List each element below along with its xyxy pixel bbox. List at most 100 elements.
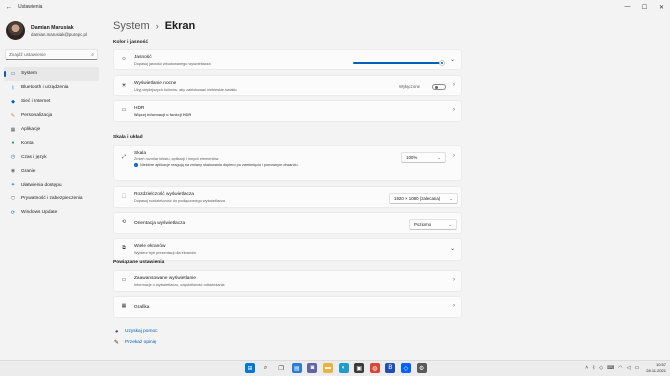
breadcrumb-parent[interactable]: System — [113, 20, 150, 32]
chevron-right-icon[interactable]: › — [453, 303, 455, 309]
person-icon: ● — [11, 140, 15, 147]
user-profile[interactable]: Damian Marusiak damian.marusiak@purepc.p… — [6, 21, 87, 40]
night-light-toggle[interactable] — [432, 84, 446, 90]
clock[interactable]: 10:57 28.11.2021 — [646, 362, 666, 374]
sidebar-item[interactable]: ▦ Aplikacje — [4, 123, 99, 137]
scale-notice-text: Niektóre aplikacje reagują na zmiany ska… — [140, 163, 299, 167]
maximize-icon[interactable]: ☐ — [636, 0, 653, 14]
orientation-title: Orientacja wyświetlacza — [134, 221, 186, 226]
resolution-dropdown[interactable]: 1920 × 1080 (zalecana) ⌄ — [389, 193, 458, 204]
hdr-card[interactable]: ▭ HDR Więcej informacji o funkcji HDR › — [113, 100, 462, 122]
scale-subtitle: Zmień rozmiar tekstu, aplikacji i innych… — [134, 157, 219, 161]
chevron-up-icon[interactable]: ˄ — [585, 365, 588, 371]
brightness-slider-thumb[interactable] — [439, 59, 445, 66]
back-arrow-icon[interactable]: ← — [2, 0, 16, 14]
chevron-down-icon[interactable]: ⌄ — [450, 245, 455, 252]
orientation-dropdown[interactable]: Poziomo ⌄ — [409, 219, 457, 230]
clock-date: 28.11.2021 — [646, 368, 666, 373]
sidebar-item[interactable]: ◉ Granie — [4, 164, 99, 178]
dropbox-tray-icon[interactable]: ◇ — [599, 365, 603, 371]
sun-icon: ☼ — [121, 56, 127, 62]
advanced-display-card[interactable]: ▭ Zaawansowane wyświetlanie Informacje o… — [113, 270, 462, 292]
sidebar-item-label: Czas i język — [21, 154, 47, 160]
minimize-icon[interactable]: — — [619, 0, 636, 14]
sidebar-item[interactable]: ✎ Personalizacja — [4, 109, 99, 123]
search-box[interactable]: ⌕ — [5, 49, 98, 60]
store-icon[interactable]: ▣ — [354, 363, 365, 373]
search-icon[interactable]: ⌕ — [261, 363, 271, 373]
accessibility-icon: ✦ — [10, 182, 16, 189]
search-input[interactable] — [9, 52, 89, 57]
resolution-subtitle: Dopasuj rozdzielczość do podłączonego wy… — [134, 199, 225, 203]
sidebar-item[interactable]: ⛉ Prywatność i zabezpieczenia — [4, 192, 99, 206]
chevron-down-icon[interactable]: ⌄ — [450, 56, 455, 63]
help-icon: ◕ — [114, 328, 119, 335]
window-controls: — ☐ ✕ — [619, 0, 670, 14]
get-help-link[interactable]: ◕ Uzyskaj pomoc — [113, 328, 158, 335]
sidebar-item[interactable]: ◆ Sieć i Internet — [4, 95, 99, 109]
breadcrumb: System › Ekran — [113, 20, 195, 32]
hdr-info-link[interactable]: Więcej informacji o funkcji HDR — [134, 113, 191, 117]
graphics-title: Grafika — [134, 305, 150, 310]
brave-icon[interactable]: B — [385, 363, 396, 373]
windows-start-icon[interactable]: ⊞ — [245, 363, 255, 373]
sidebar-item[interactable]: ▭ System — [4, 67, 99, 81]
chevron-right-icon[interactable]: › — [453, 277, 455, 283]
chat-icon[interactable]: ◙ — [307, 363, 318, 373]
page-title: Ekran — [164, 20, 196, 32]
sidebar-item-label: Konta — [21, 140, 34, 146]
dropbox-icon[interactable]: ◇ — [400, 363, 411, 373]
graphics-card[interactable]: ▦ Grafika › — [113, 296, 462, 318]
bluetooth-icon: ᛒ — [11, 84, 15, 91]
sidebar-item-label: Windows Update — [21, 210, 58, 216]
brightness-subtitle: Dopasuj jasność wbudowanego wyświetlacza — [134, 62, 211, 66]
chevron-right-icon[interactable]: › — [453, 153, 455, 159]
chrome-icon[interactable]: ◍ — [369, 363, 380, 373]
task-view-icon[interactable]: ❐ — [276, 363, 286, 373]
brightness-slider-track[interactable] — [353, 62, 445, 64]
language-icon[interactable]: ⌨ — [607, 365, 614, 371]
hdr-icon: ▭ — [121, 107, 127, 113]
volume-icon[interactable]: ◁ — [627, 365, 631, 371]
brightness-title: Jasność — [134, 55, 152, 60]
feedback-link[interactable]: ✎ Przekaż opinię — [113, 339, 156, 346]
sidebar-item-label: Bluetooth i urządzenia — [21, 85, 69, 91]
multiple-displays-icon: ⧉ — [122, 245, 126, 251]
sidebar-item[interactable]: ᛒ Bluetooth i urządzenia — [4, 81, 99, 95]
profile-email: damian.marusiak@purepc.pl — [31, 31, 87, 37]
widgets-icon[interactable]: ▤ — [291, 363, 302, 373]
scale-card: ⤢ Skala Zmień rozmiar tekstu, aplikacji … — [113, 145, 462, 181]
night-light-icon: ☀ — [121, 83, 127, 89]
chevron-right-icon[interactable]: › — [453, 82, 455, 88]
night-light-subtitle: Użyj cieplejszych kolorów, aby zablokowa… — [134, 88, 237, 92]
sidebar-item-label: Personalizacja — [21, 113, 53, 119]
sidebar-item[interactable]: ● Konta — [4, 136, 99, 150]
scale-dropdown[interactable]: 100% ⌄ — [401, 152, 446, 163]
chevron-right-icon[interactable]: › — [453, 107, 455, 113]
settings-icon[interactable]: ⚙ — [416, 363, 427, 373]
bluetooth-icon[interactable]: ᛒ — [592, 365, 595, 371]
gamepad-icon: ◉ — [10, 168, 16, 175]
system-tray: ˄ ᛒ ◇ ⌨ ◠ ◁ ▭ 10:57 28.11.2021 — [585, 362, 666, 374]
sidebar-item[interactable]: ◷ Czas i język — [4, 150, 99, 164]
sidebar-item[interactable]: ⟳ Windows Update — [4, 206, 99, 220]
resolution-title: Rozdzielczość wyświetlacza — [134, 192, 194, 197]
advanced-display-icon: ▭ — [121, 277, 127, 283]
night-light-card[interactable]: ☀ Wyświetlanie nocne Użyj cieplejszych k… — [113, 75, 462, 96]
edge-icon[interactable]: ◐ — [338, 363, 349, 373]
battery-icon[interactable]: ▭ — [635, 365, 640, 371]
file-explorer-icon[interactable]: ▬ — [322, 363, 333, 373]
breadcrumb-separator: › — [155, 21, 159, 31]
app-title: Ustawienia — [18, 4, 43, 10]
scale-title: Skala — [134, 151, 146, 156]
multiple-displays-subtitle: Wybierz tryb prezentacji dla ekranów — [134, 251, 197, 255]
scale-notice: i Niektóre aplikacje reagują na zmiany s… — [134, 163, 299, 167]
search-icon[interactable]: ⌕ — [91, 52, 94, 58]
multiple-displays-card[interactable]: ⧉ Wiele ekranów Wybierz tryb prezentacji… — [113, 238, 462, 261]
title-bar: ← Ustawienia — ☐ ✕ — [0, 0, 670, 14]
get-help-label: Uzyskaj pomoc — [125, 329, 158, 334]
feedback-label: Przekaż opinię — [125, 340, 157, 345]
sidebar-item[interactable]: ✦ Ułatwienia dostępu — [4, 178, 99, 192]
close-icon[interactable]: ✕ — [653, 0, 670, 14]
wifi-icon[interactable]: ◠ — [618, 365, 622, 371]
